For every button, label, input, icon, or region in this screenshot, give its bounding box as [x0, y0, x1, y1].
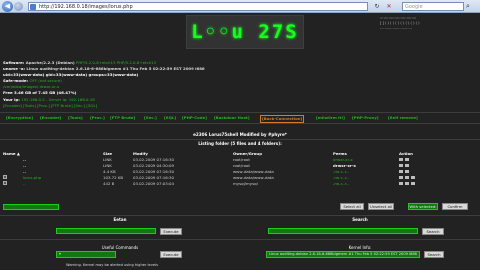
kernel-search-button[interactable]: Search — [424, 251, 444, 258]
divider — [0, 123, 480, 124]
file-link[interactable]: .. — [23, 181, 25, 187]
path-field[interactable] — [3, 204, 59, 210]
edit-icon[interactable] — [405, 163, 409, 167]
tool-link[interactable]: [PHP-Proxy] — [352, 114, 379, 122]
page-icon — [30, 4, 36, 10]
logo-text: L◦◦u 27S — [191, 21, 299, 43]
row-size: 442 B — [103, 181, 115, 186]
forward-arrow-icon[interactable] — [14, 2, 23, 11]
select-all-button[interactable]: Select all — [340, 203, 364, 210]
tool-link[interactable]: [PHP-Code] — [182, 114, 207, 122]
useful-commands-select[interactable]: ▾ — [56, 251, 116, 258]
banner-line: ............................ — [380, 26, 412, 30]
edit-icon[interactable] — [405, 157, 409, 161]
info-quicklinks[interactable]: [Encoder] [Tools] [Proc.] [FTP Brute] [S… — [3, 103, 423, 109]
tool-link[interactable]: [SQL] — [164, 114, 176, 122]
execute-button[interactable]: Execute — [160, 227, 182, 235]
edit-icon[interactable] — [405, 175, 409, 179]
info-icon[interactable] — [399, 163, 403, 167]
system-info: Software: Apache/2.2.3 (Debian) PHP/5.2.… — [3, 60, 423, 109]
page-content: L◦◦u 27S :::::::::::::::::::::::::::::: … — [0, 13, 480, 270]
tool-link[interactable]: [Proc.] — [90, 114, 105, 122]
row-perms[interactable]: -rw-r--r-- — [333, 181, 349, 187]
row-checkbox[interactable] — [3, 181, 7, 185]
tool-link[interactable]: [FTP Brute] — [110, 114, 135, 122]
tool-link[interactable]: [Sec.] — [144, 114, 157, 122]
download-icon[interactable] — [411, 175, 415, 179]
shell-title: e2306 Lorus75shell Modified by #phyre* — [193, 132, 287, 137]
kernel-info-select[interactable]: Linux auditing-debian 2.6.18-6-686bigmem… — [266, 251, 420, 258]
divider — [0, 139, 480, 140]
listing-caption: Listing folder (5 files and 4 folders): — [198, 141, 282, 146]
info-icon[interactable] — [399, 181, 403, 185]
warning-text: Warning. Kernel may be alerted using hig… — [66, 263, 158, 267]
tool-link[interactable]: [Self remove] — [388, 114, 418, 122]
banner-decoration: :::::::::::::::::::::::::::::: [ ] ( ) (… — [380, 16, 476, 31]
tool-link[interactable]: [Encryption] — [6, 114, 33, 122]
search-input[interactable] — [268, 228, 418, 234]
confirm-button[interactable]: Confirm — [442, 203, 468, 210]
magnifier-icon[interactable]: ⌕ — [466, 2, 470, 11]
row-owner: mysql/mysql — [233, 181, 258, 186]
shell-logo: L◦◦u 27S — [186, 15, 304, 49]
tool-link-active[interactable]: [Back-Connection] — [260, 114, 305, 123]
unselect-all-button[interactable]: Unselect all — [368, 203, 394, 210]
download-icon[interactable] — [411, 181, 415, 185]
info-icon[interactable] — [399, 169, 403, 173]
tool-link[interactable]: [Backdoor Host] — [214, 114, 250, 122]
info-icon[interactable] — [399, 157, 403, 161]
with-selected-select[interactable]: With selected: — [408, 203, 438, 210]
address-bar[interactable]: http://192.168.0.18/images/lorus.php — [28, 2, 368, 11]
reload-icon[interactable]: ↻ — [372, 2, 382, 11]
tool-link[interactable]: [Tools] — [68, 114, 83, 122]
back-arrow-icon[interactable]: ◀ — [2, 1, 13, 12]
tool-navigation: [Encryption] [Encoder] [Tools] [Proc.] [… — [2, 114, 478, 123]
divider — [0, 215, 480, 216]
browser-toolbar: ◀ http://192.168.0.18/images/lorus.php ↻… — [0, 0, 480, 13]
file-controls: Select all Unselect all With selected: C… — [0, 201, 480, 213]
exec-input[interactable] — [56, 228, 156, 234]
info-icon[interactable] — [399, 175, 403, 179]
row-actions — [399, 181, 417, 187]
exec-panel-title: Eetan — [113, 217, 127, 222]
banner: L◦◦u 27S :::::::::::::::::::::::::::::: … — [0, 14, 480, 58]
table-row: .. 442 B 03.02.2009 07:03:04 mysql/mysql… — [3, 181, 477, 187]
url-text: http://192.168.0.18/images/lorus.php — [39, 4, 133, 10]
divider — [0, 112, 480, 113]
divider — [0, 239, 480, 240]
file-table: Name ▲ Size Modify Owner/Group Perms Act… — [3, 151, 477, 187]
search-button[interactable]: Search — [422, 227, 444, 235]
stop-icon[interactable]: ✕ — [384, 2, 394, 11]
run-command-button[interactable]: Execute — [160, 251, 182, 258]
search-input[interactable]: Google — [402, 2, 464, 11]
search-panel-title: Search — [352, 217, 368, 222]
edit-icon[interactable] — [405, 181, 409, 185]
kernel-info-title: Kernel Info: — [348, 245, 372, 250]
useful-commands-title: Useful Commands — [101, 245, 139, 250]
row-modify: 03.02.2009 07:03:04 — [133, 181, 174, 186]
tool-link[interactable]: [milw0rm it!] — [316, 114, 345, 122]
row-checkbox[interactable] — [3, 175, 7, 179]
tool-link[interactable]: [Encoder] — [40, 114, 61, 122]
edit-icon[interactable] — [405, 169, 409, 173]
